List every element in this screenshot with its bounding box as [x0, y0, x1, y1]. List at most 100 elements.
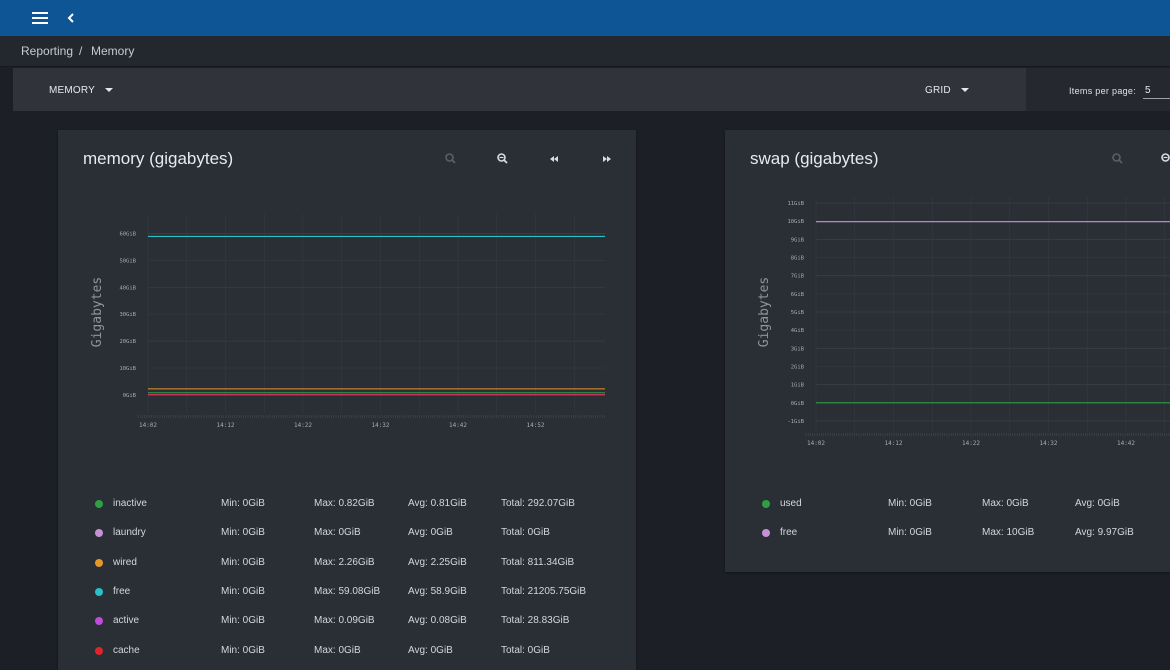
y-tick-label: 30GiB: [119, 312, 136, 318]
legend-avg: Avg: 0GiB: [408, 527, 453, 539]
y-tick-label: 0GiB: [791, 401, 805, 407]
breadcrumb-reporting[interactable]: Reporting: [21, 44, 73, 58]
x-tick-label: 14:12: [216, 422, 234, 429]
legend-row[interactable]: inactive Min: 0GiB Max: 0.82GiB Avg: 0.81Gi…: [95, 498, 615, 512]
legend-row[interactable]: wired Min: 0GiB Max: 2.26GiB Avg: 2.25GiB To…: [95, 557, 615, 571]
zoom-in-icon[interactable]: [444, 152, 458, 166]
legend-avg: Avg: 58.9GiB: [408, 585, 467, 597]
legend-min: Min: 0GiB: [221, 527, 265, 539]
swap-card-title: swap (gigabytes): [750, 149, 879, 168]
caret-down-icon: [105, 88, 114, 92]
legend-min: Min: 0GiB: [221, 556, 265, 568]
legend-avg: Avg: 0.08GiB: [408, 615, 467, 627]
legend-name: cache: [113, 644, 140, 656]
items-per-page-label: Items per page:: [1069, 86, 1137, 96]
legend-name: inactive: [113, 498, 147, 509]
zoom-out-icon[interactable]: [496, 152, 510, 166]
legend-total: Total: 811.34GiB: [501, 556, 575, 568]
y-axis-label: Gigabytes: [757, 277, 772, 347]
y-tick-label: 7GiB: [791, 274, 805, 280]
legend-min: Min: 0GiB: [221, 585, 265, 597]
legend-max: Max: 0.82GiB: [314, 498, 375, 509]
breadcrumb: Reporting / Memory: [0, 36, 1170, 67]
y-tick-label: 8GiB: [791, 256, 805, 262]
x-tick-label: 14:42: [1117, 440, 1135, 445]
report-type-label: MEMORY: [49, 85, 96, 96]
back-icon[interactable]: [64, 9, 78, 27]
legend-max: Max: 0GiB: [314, 644, 361, 656]
zoom-in-icon[interactable]: [1111, 152, 1125, 166]
x-tick-label: 14:22: [294, 422, 312, 429]
y-tick-label: 1GiB: [791, 383, 805, 389]
legend-min: Min: 0GiB: [221, 615, 265, 627]
breadcrumb-current: Memory: [91, 44, 135, 58]
legend-row[interactable]: used Min: 0GiB Max: 0GiB Avg: 0GiB: [762, 498, 1170, 512]
y-tick-label: -1GiB: [787, 419, 804, 425]
y-tick-label: 2GiB: [791, 365, 805, 371]
legend-total: Total: 292.07GiB: [501, 498, 575, 509]
y-tick-label: 9GiB: [791, 237, 805, 243]
legend-name: free: [780, 527, 798, 539]
legend-name: free: [113, 585, 131, 597]
legend-color-dot: [762, 500, 770, 508]
legend-max: Max: 0.09GiB: [314, 615, 375, 627]
legend-total: Total: 28.83GiB: [501, 615, 570, 627]
y-tick-label: 10GiB: [119, 366, 136, 372]
caret-down-icon: [960, 88, 969, 92]
y-tick-label: 50GiB: [119, 258, 136, 264]
legend-name: used: [780, 498, 802, 509]
legend-color-dot: [95, 529, 103, 538]
legend-total: Total: 21205.75GiB: [501, 585, 587, 597]
legend-row[interactable]: cache Min: 0GiB Max: 0GiB Avg: 0GiB Total: 0…: [95, 645, 615, 659]
legend-row[interactable]: laundry Min: 0GiB Max: 0GiB Avg: 0GiB Total:…: [95, 527, 615, 541]
x-tick-label: 14:22: [962, 440, 980, 445]
memory-card-title: memory (gigabytes): [83, 149, 234, 168]
x-tick-label: 14:32: [371, 422, 389, 429]
legend-avg: Avg: 9.97GiB: [1075, 527, 1134, 539]
x-tick-label: 14:12: [884, 440, 902, 445]
legend-max: Max: 0GiB: [314, 527, 361, 539]
y-tick-label: 3GiB: [791, 346, 805, 352]
items-per-page-input[interactable]: [1143, 83, 1170, 99]
legend-min: Min: 0GiB: [888, 498, 932, 509]
y-tick-label: 11GiB: [787, 201, 804, 207]
y-tick-label: 5GiB: [791, 310, 805, 316]
legend-min: Min: 0GiB: [221, 498, 265, 509]
legend-color-dot: [762, 529, 770, 538]
y-tick-label: 60GiB: [119, 231, 136, 237]
legend-max: Max: 2.26GiB: [314, 556, 375, 568]
report-type-select[interactable]: MEMORY: [49, 85, 114, 96]
legend-name: wired: [113, 556, 137, 568]
legend-color-dot: [95, 587, 103, 596]
legend-total: Total: 0GiB: [501, 527, 550, 539]
legend-row[interactable]: active Min: 0GiB Max: 0.09GiB Avg: 0.08GiB T…: [95, 615, 615, 629]
step-back-icon[interactable]: [547, 152, 561, 166]
view-mode-select[interactable]: GRID: [925, 85, 969, 96]
x-tick-label: 14:02: [139, 422, 157, 429]
step-forward-icon[interactable]: [600, 152, 614, 166]
view-mode-label: GRID: [925, 85, 951, 96]
x-tick-label: 14:52: [526, 422, 544, 429]
y-tick-label: 20GiB: [119, 339, 136, 345]
memory-chart: Gigabytes 0GiB 10GiB 20GiB 30GiB 40GiB 50GiB 60…: [90, 214, 605, 429]
legend-min: Min: 0GiB: [221, 644, 265, 656]
legend-avg: Avg: 0.81GiB: [408, 498, 467, 509]
x-tick-label: 14:02: [807, 440, 825, 445]
swap-chart: Gigabytes -1GiB 0GiB 1GiB 2GiB 3GiB 4GiB 5GiB 6G…: [757, 197, 1170, 445]
y-tick-label: 10GiB: [787, 219, 804, 225]
legend-row[interactable]: free Min: 0GiB Max: 59.08GiB Avg: 58.9GiB To…: [95, 586, 615, 600]
legend-avg: Avg: 2.25GiB: [408, 556, 467, 568]
menu-icon[interactable]: [32, 12, 48, 24]
top-navbar: [0, 0, 1170, 36]
legend-color-dot: [95, 558, 103, 567]
legend-max: Max: 10GiB: [982, 527, 1035, 539]
report-toolbar: [13, 68, 1170, 111]
legend-color-dot: [95, 617, 103, 626]
legend-avg: Avg: 0GiB: [1075, 498, 1120, 509]
legend-name: active: [113, 615, 140, 627]
legend-name: laundry: [113, 527, 146, 539]
legend-max: Max: 0GiB: [982, 498, 1029, 509]
y-tick-label: 40GiB: [119, 285, 136, 291]
zoom-out-icon[interactable]: [1160, 152, 1170, 166]
legend-row[interactable]: free Min: 0GiB Max: 10GiB Avg: 9.97GiB: [762, 527, 1170, 541]
